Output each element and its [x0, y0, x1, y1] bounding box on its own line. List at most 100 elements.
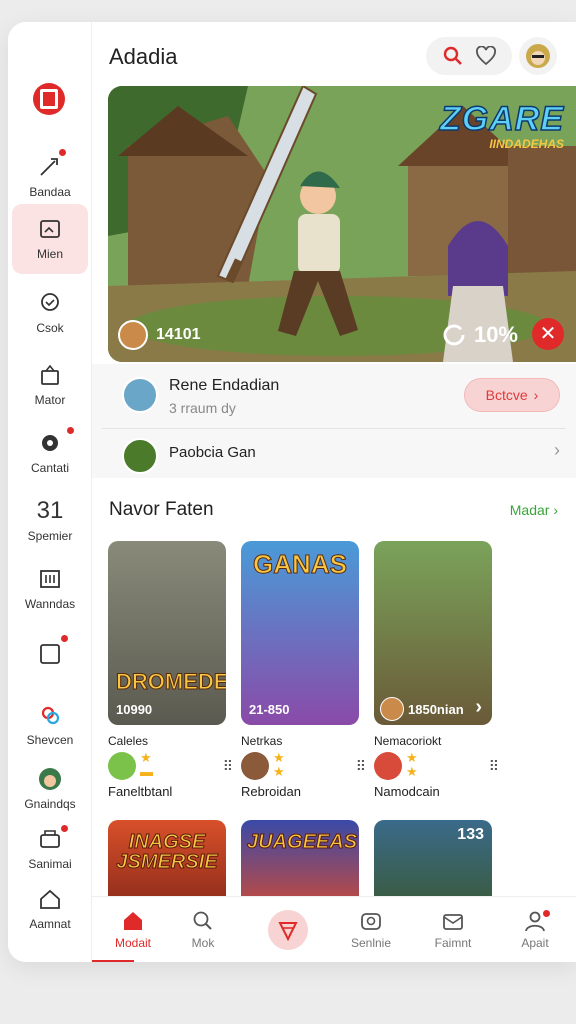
hero-banner[interactable]: ZGARE IINDADEHAS 14101 10% ✕: [108, 86, 576, 362]
card-title: Nemacoriokt: [374, 734, 442, 748]
sidebar-item-cantati[interactable]: Cantati: [12, 418, 88, 488]
sidebar-item-shevcen[interactable]: Shevcen: [12, 690, 88, 760]
avatar: [122, 438, 158, 474]
notification-dot: [60, 824, 69, 833]
section-title: Navor Faten: [109, 499, 214, 520]
card-count: 133: [457, 826, 484, 843]
app-frame: Bandaa Mien Csok Mator Cantati 31 Spemie…: [8, 22, 576, 962]
tab-label: Modait: [114, 936, 152, 950]
location-pin-icon: [41, 293, 59, 311]
close-icon: ✕: [539, 323, 557, 345]
tab-label: Apait: [521, 936, 549, 950]
sidebar-item-label: Spemier: [27, 529, 73, 543]
sidebar-item-mien[interactable]: Mien: [12, 204, 88, 274]
avatar: [118, 320, 148, 350]
app-logo[interactable]: [33, 83, 65, 115]
camera-icon: [361, 913, 381, 930]
sidebar-item-bandaa[interactable]: Bandaa: [12, 142, 88, 212]
heart-icon[interactable]: [475, 46, 497, 66]
shield-icon: [278, 922, 298, 941]
rocket-icon: [40, 158, 58, 176]
more-icon[interactable]: ⠿: [489, 758, 500, 775]
game-card[interactable]: 1850nian ›: [374, 541, 492, 725]
card-count: 10990: [116, 702, 153, 717]
avatar-icon: [526, 44, 550, 68]
progress-text: 10%: [473, 322, 518, 347]
card-count: 1850nian: [408, 702, 464, 717]
card-artwork-text: INAGSE JSMERSIE: [116, 831, 218, 873]
notification-dot: [542, 909, 551, 918]
calendar-number: 31: [36, 497, 64, 524]
tab-label: Senlnie: [350, 936, 392, 950]
bag-icon: [41, 364, 59, 385]
notification-dot: [66, 426, 75, 435]
avatar: [122, 377, 158, 413]
more-icon[interactable]: ⠿: [223, 758, 234, 775]
notification-dot: [60, 634, 69, 643]
center-action-button[interactable]: [268, 910, 308, 950]
gear-icon: [42, 435, 58, 451]
card-artwork-text: JUAGEEAS: [247, 831, 358, 853]
avatar: [241, 752, 269, 780]
tab-senlnie[interactable]: Senlnie: [330, 897, 412, 962]
search-icon[interactable]: [442, 45, 464, 67]
avatar: [108, 752, 136, 780]
tab-mok[interactable]: Mok: [162, 897, 244, 962]
sidebar-item-label: Mator: [34, 393, 66, 407]
hero-title-text: ZGARE: [439, 99, 564, 139]
tab-label: Faimnt: [434, 936, 472, 950]
sidebar-item-mator[interactable]: Mator: [12, 350, 88, 420]
progress-ring-icon: [443, 324, 465, 346]
card-count: 21-850: [249, 702, 290, 717]
note-icon: [40, 644, 60, 664]
sidebar-item-label: Shevcen: [26, 733, 74, 747]
chevron-right-icon[interactable]: ›: [554, 440, 560, 461]
sidebar-item-spemier[interactable]: 31 Spemier: [12, 486, 88, 556]
sidebar-item-note[interactable]: [12, 622, 88, 692]
see-more-label: Madar: [509, 502, 550, 518]
profile-name: Rene Endadian: [169, 377, 280, 394]
more-icon[interactable]: ⠿: [356, 758, 367, 775]
sidebar-item-wanndas[interactable]: Wanndas: [12, 554, 88, 624]
home-icon: [40, 889, 60, 909]
mail-icon: [443, 914, 463, 930]
tab-label: Mok: [191, 936, 215, 950]
divider: [102, 428, 566, 429]
card-meta: Nemacoriokt ★ ★ ⠿ Namodcain: [374, 734, 504, 799]
card-artwork-text: DROMEDEA: [116, 669, 227, 695]
user-avatar[interactable]: [519, 37, 557, 75]
close-button[interactable]: ✕: [532, 318, 564, 350]
card-title: Caleles: [108, 734, 149, 748]
chevron-right-icon: ›: [553, 502, 558, 518]
tab-apait[interactable]: Apait: [494, 897, 576, 962]
sidebar-item-label: Mien: [36, 247, 63, 261]
avatar: [374, 752, 402, 780]
card-subtitle: Namodcain: [374, 784, 440, 799]
activate-button[interactable]: Bctcve ›: [464, 378, 560, 412]
link-icon: [41, 706, 60, 725]
activate-button-label: Bctcve: [485, 387, 528, 403]
game-card[interactable]: GANAS 21-850: [241, 541, 359, 725]
tab-faimnt[interactable]: Faimnt: [412, 897, 494, 962]
chevron-right-icon: ›: [533, 387, 539, 403]
sidebar-item-label: Csok: [36, 321, 64, 335]
card-artwork-text: GANAS: [253, 549, 348, 580]
avatar: [380, 697, 404, 721]
see-more-link[interactable]: Madar ›: [510, 502, 558, 518]
sidebar-item-label: Cantati: [30, 461, 70, 475]
sidebar-item-aamnat[interactable]: Aamnat: [12, 874, 88, 944]
avatar-icon: [39, 768, 61, 790]
hero-progress: 10%: [442, 322, 518, 348]
game-card[interactable]: DROMEDEA 10990: [108, 541, 226, 725]
header-actions: [426, 37, 512, 75]
sidebar: Bandaa Mien Csok Mator Cantati 31 Spemie…: [8, 22, 92, 962]
viewer-count-text: 14101: [156, 326, 201, 343]
tab-center[interactable]: [247, 897, 329, 962]
sidebar-item-label: Sanimai: [28, 857, 72, 871]
sidebar-item-csok[interactable]: Csok: [12, 278, 88, 348]
list-item-name[interactable]: Paobcia Gan: [169, 444, 256, 461]
chevron-right-icon: ›: [475, 696, 482, 718]
sidebar-item-label: Bandaa: [29, 185, 71, 199]
sidebar-item-label: Gnaindqs: [24, 797, 76, 811]
page-title: Adadia: [109, 44, 178, 69]
